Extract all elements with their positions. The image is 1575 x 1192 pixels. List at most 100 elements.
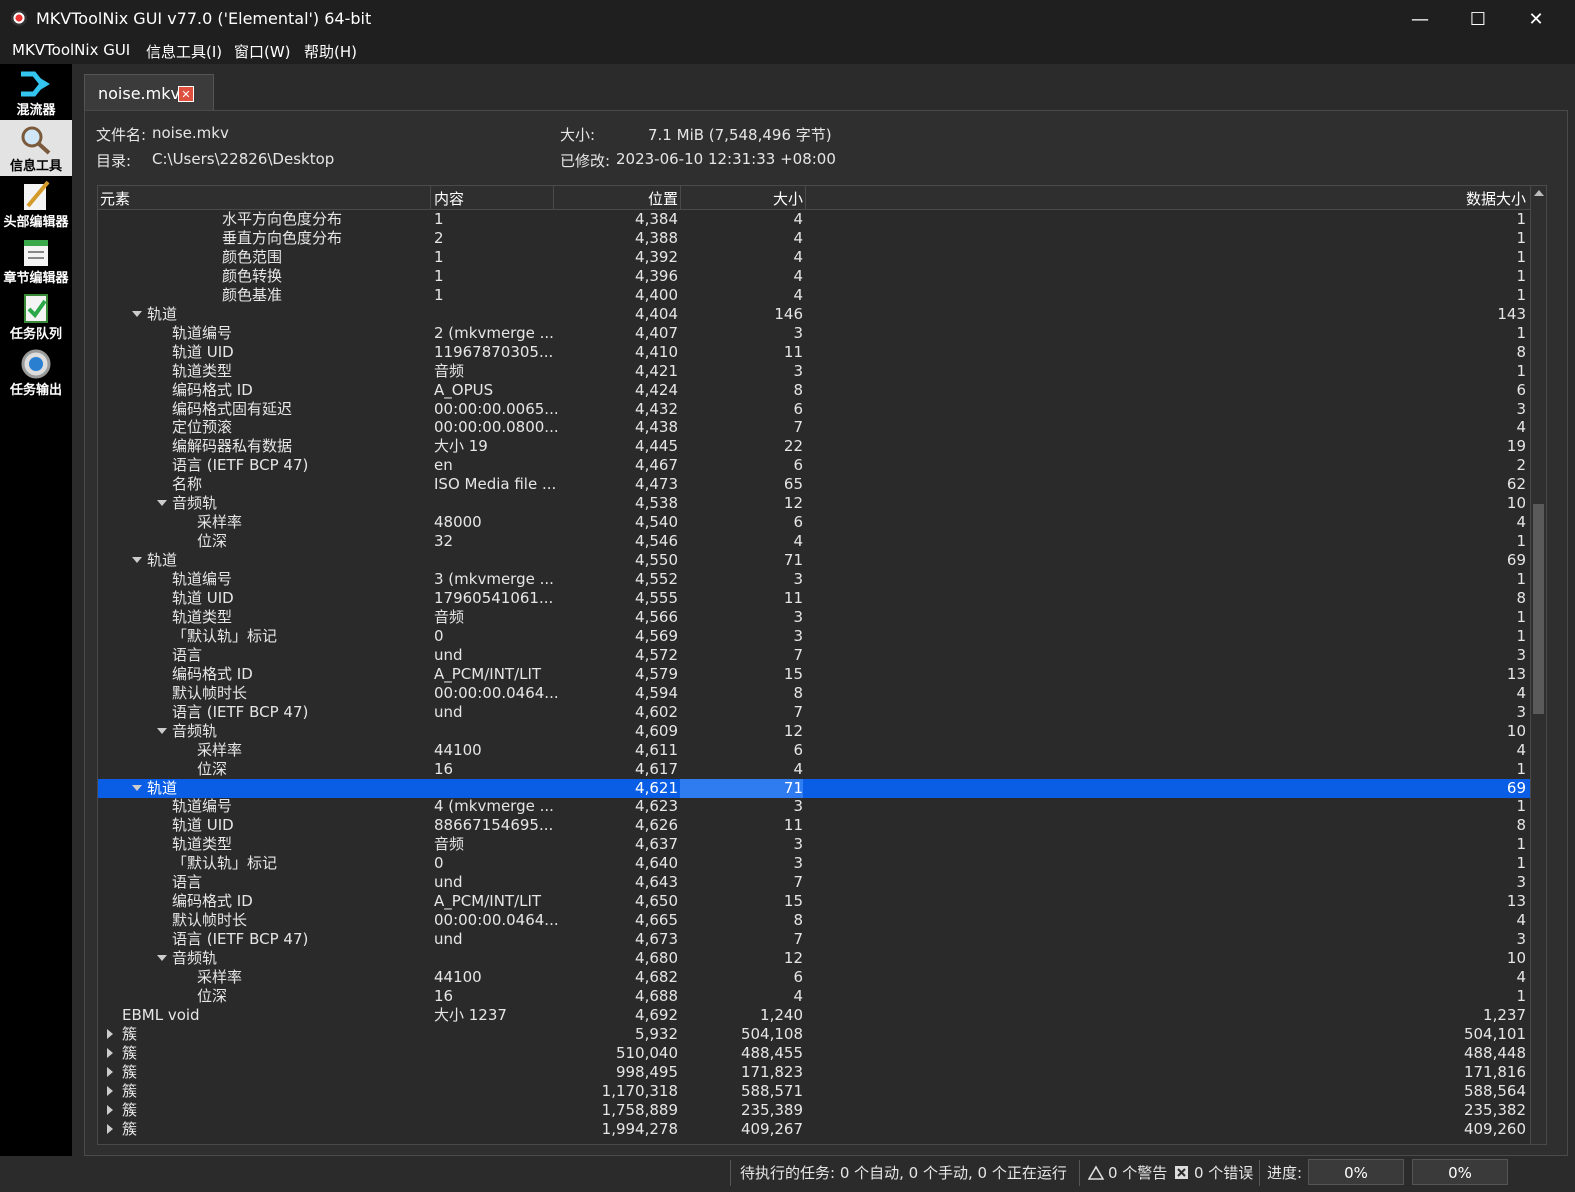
element-position: 4,621: [635, 778, 678, 797]
sidebar-item-job-queue[interactable]: 任务队列: [0, 288, 72, 344]
tree-row-selected[interactable]: 轨道 4,621 71 69: [98, 778, 1530, 798]
tree-row[interactable]: 编码格式 ID A_PCM/INT/LIT 4,579 15 13: [98, 665, 1530, 684]
expand-arrow-down-icon[interactable]: [132, 557, 142, 564]
tree-row[interactable]: 轨道编号 3 (mkvmerge ... 4,552 3 1: [98, 570, 1530, 589]
element-content: 16: [434, 986, 454, 1005]
tree-row[interactable]: 采样率 44100 4,682 6 4: [98, 968, 1530, 987]
tree-row[interactable]: 编解码器私有数据 大小 19 4,445 22 19: [98, 437, 1530, 456]
tree-row[interactable]: 簇 1,170,318 588,571 588,564: [98, 1082, 1530, 1101]
tree-row[interactable]: 水平方向色度分布 1 4,384 4 1: [98, 210, 1530, 229]
tree-row[interactable]: 编码格式 ID A_OPUS 4,424 8 6: [98, 381, 1530, 400]
tree-row[interactable]: 采样率 48000 4,540 6 4: [98, 513, 1530, 532]
expand-arrow-down-icon[interactable]: [157, 955, 167, 962]
close-tab-icon[interactable]: ✕: [178, 86, 194, 102]
tree-row[interactable]: 语言 (IETF BCP 47) und 4,602 7 3: [98, 703, 1530, 722]
menu-window[interactable]: 窗口(W): [234, 41, 291, 62]
sidebar-item-mixer[interactable]: 混流器: [0, 64, 72, 120]
tree-row[interactable]: 轨道编号 2 (mkvmerge ... 4,407 3 1: [98, 324, 1530, 343]
element-data-size: 1,237: [1483, 1005, 1526, 1024]
minimize-button[interactable]: —: [1391, 0, 1449, 38]
expand-arrow-right-icon[interactable]: [107, 1085, 113, 1096]
sidebar-item-info-tool[interactable]: 信息工具: [0, 120, 72, 176]
element-position: 4,665: [635, 911, 678, 930]
expand-arrow-right-icon[interactable]: [107, 1028, 113, 1039]
expand-arrow-right-icon[interactable]: [107, 1066, 113, 1077]
tree-row[interactable]: 轨道 4,404 146 143: [98, 305, 1530, 324]
tree-row[interactable]: 位深 16 4,617 4 1: [98, 760, 1530, 779]
tree-row[interactable]: 采样率 44100 4,611 6 4: [98, 741, 1530, 760]
close-button[interactable]: ✕: [1507, 0, 1565, 38]
tree-row[interactable]: 位深 16 4,688 4 1: [98, 987, 1530, 1006]
column-header-content[interactable]: 内容: [434, 188, 464, 209]
tree-row[interactable]: 编码格式固有延迟 00:00:00.0065... 4,432 6 3: [98, 400, 1530, 419]
tree-row[interactable]: 轨道类型 音频 4,637 3 1: [98, 835, 1530, 854]
sidebar-item-chapter-editor[interactable]: 章节编辑器: [0, 232, 72, 288]
tree-row[interactable]: 簇 1,758,889 235,389 235,382: [98, 1101, 1530, 1120]
tree-row[interactable]: 轨道编号 4 (mkvmerge ... 4,623 3 1: [98, 797, 1530, 816]
tree-row[interactable]: EBML void 大小 1237 4,692 1,240 1,237: [98, 1006, 1530, 1025]
element-content: 48000: [434, 513, 482, 532]
menu-mkvtoolnix[interactable]: MKVToolNix GUI: [12, 41, 130, 59]
expand-arrow-down-icon[interactable]: [132, 310, 142, 317]
tree-row[interactable]: 垂直方向色度分布 2 4,388 4 1: [98, 229, 1530, 248]
tree-row[interactable]: 语言 (IETF BCP 47) und 4,673 7 3: [98, 930, 1530, 949]
sidebar-item-header-editor[interactable]: 头部编辑器: [0, 176, 72, 232]
tree-row[interactable]: 轨道 4,550 71 69: [98, 551, 1530, 570]
element-name: 轨道类型: [172, 835, 233, 854]
expand-arrow-down-icon[interactable]: [132, 784, 142, 791]
tree-row[interactable]: 默认帧时长 00:00:00.0464... 4,594 8 4: [98, 684, 1530, 703]
column-header-position[interactable]: 位置: [568, 188, 678, 209]
tree-row[interactable]: 簇 1,994,278 409,267 409,260: [98, 1120, 1530, 1139]
tree-row[interactable]: 轨道类型 音频 4,566 3 1: [98, 608, 1530, 627]
tree-row[interactable]: 簇 510,040 488,455 488,448: [98, 1044, 1530, 1063]
expand-arrow-right-icon[interactable]: [107, 1123, 113, 1134]
column-header-element[interactable]: 元素: [100, 188, 130, 209]
tree-row[interactable]: 编码格式 ID A_PCM/INT/LIT 4,650 15 13: [98, 892, 1530, 911]
tree-row[interactable]: 名称 ISO Media file ... 4,473 65 62: [98, 475, 1530, 494]
expand-arrow-down-icon[interactable]: [157, 500, 167, 507]
menu-info-tool[interactable]: 信息工具(I): [146, 41, 222, 62]
vertical-scrollbar[interactable]: [1530, 186, 1546, 1144]
tree-row[interactable]: 语言 und 4,643 7 3: [98, 873, 1530, 892]
scroll-up-arrow-icon[interactable]: [1534, 190, 1544, 196]
tree-row[interactable]: 默认帧时长 00:00:00.0464... 4,665 8 4: [98, 911, 1530, 930]
element-tree[interactable]: 元素 内容 位置 大小 数据大小 水平方向色度分布 1 4,384 4 1 垂直方向色度分…: [97, 185, 1547, 1145]
tree-row[interactable]: 轨道 UID 88667154695... 4,626 11 8: [98, 816, 1530, 835]
expand-arrow-down-icon[interactable]: [157, 727, 167, 734]
tab-noise-mkv[interactable]: noise.mkv ✕: [84, 74, 214, 111]
menu-help[interactable]: 帮助(H): [304, 41, 357, 62]
tree-row[interactable]: 音频轨 4,609 12 10: [98, 722, 1530, 741]
element-position: 4,579: [635, 664, 678, 683]
tree-row[interactable]: 「默认轨」标记 0 4,640 3 1: [98, 854, 1530, 873]
tree-row[interactable]: 颜色转换 1 4,396 4 1: [98, 267, 1530, 286]
element-position: 4,473: [635, 475, 678, 494]
tree-row[interactable]: 簇 5,932 504,108 504,101: [98, 1025, 1530, 1044]
tree-row[interactable]: 语言 (IETF BCP 47) en 4,467 6 2: [98, 456, 1530, 475]
tree-row[interactable]: 「默认轨」标记 0 4,569 3 1: [98, 627, 1530, 646]
expand-arrow-right-icon[interactable]: [107, 1047, 113, 1058]
element-data-size: 1: [1516, 570, 1526, 589]
column-header-size[interactable]: 大小: [698, 188, 803, 209]
scrollbar-thumb[interactable]: [1533, 504, 1544, 715]
column-header-data-size[interactable]: 数据大小: [1348, 188, 1526, 209]
tree-row[interactable]: 语言 und 4,572 7 3: [98, 646, 1530, 665]
tree-row[interactable]: 位深 32 4,546 4 1: [98, 532, 1530, 551]
tree-row[interactable]: 轨道类型 音频 4,421 3 1: [98, 362, 1530, 381]
tree-row[interactable]: 簇 998,495 171,823 171,816: [98, 1063, 1530, 1082]
tree-row[interactable]: 轨道 UID 11967870305... 4,410 11 8: [98, 343, 1530, 362]
tree-row[interactable]: 定位预滚 00:00:00.0800... 4,438 7 4: [98, 418, 1530, 437]
element-content: 17960541061...: [434, 589, 554, 607]
tree-row[interactable]: 轨道 UID 17960541061... 4,555 11 8: [98, 589, 1530, 608]
warnings-count[interactable]: 0 个警告: [1108, 1162, 1167, 1183]
errors-count[interactable]: 0 个错误: [1194, 1162, 1253, 1183]
element-content: 00:00:00.0464...: [434, 911, 559, 930]
tree-row[interactable]: 音频轨 4,538 12 10: [98, 494, 1530, 513]
element-size: 4: [793, 986, 803, 1005]
tree-row[interactable]: 颜色基准 1 4,400 4 1: [98, 286, 1530, 305]
element-size: 11: [783, 816, 803, 835]
tree-row[interactable]: 颜色范围 1 4,392 4 1: [98, 248, 1530, 267]
tree-row[interactable]: 音频轨 4,680 12 10: [98, 949, 1530, 968]
maximize-button[interactable]: ☐: [1449, 0, 1507, 38]
sidebar-item-job-output[interactable]: 任务输出: [0, 344, 72, 400]
expand-arrow-right-icon[interactable]: [107, 1104, 113, 1115]
